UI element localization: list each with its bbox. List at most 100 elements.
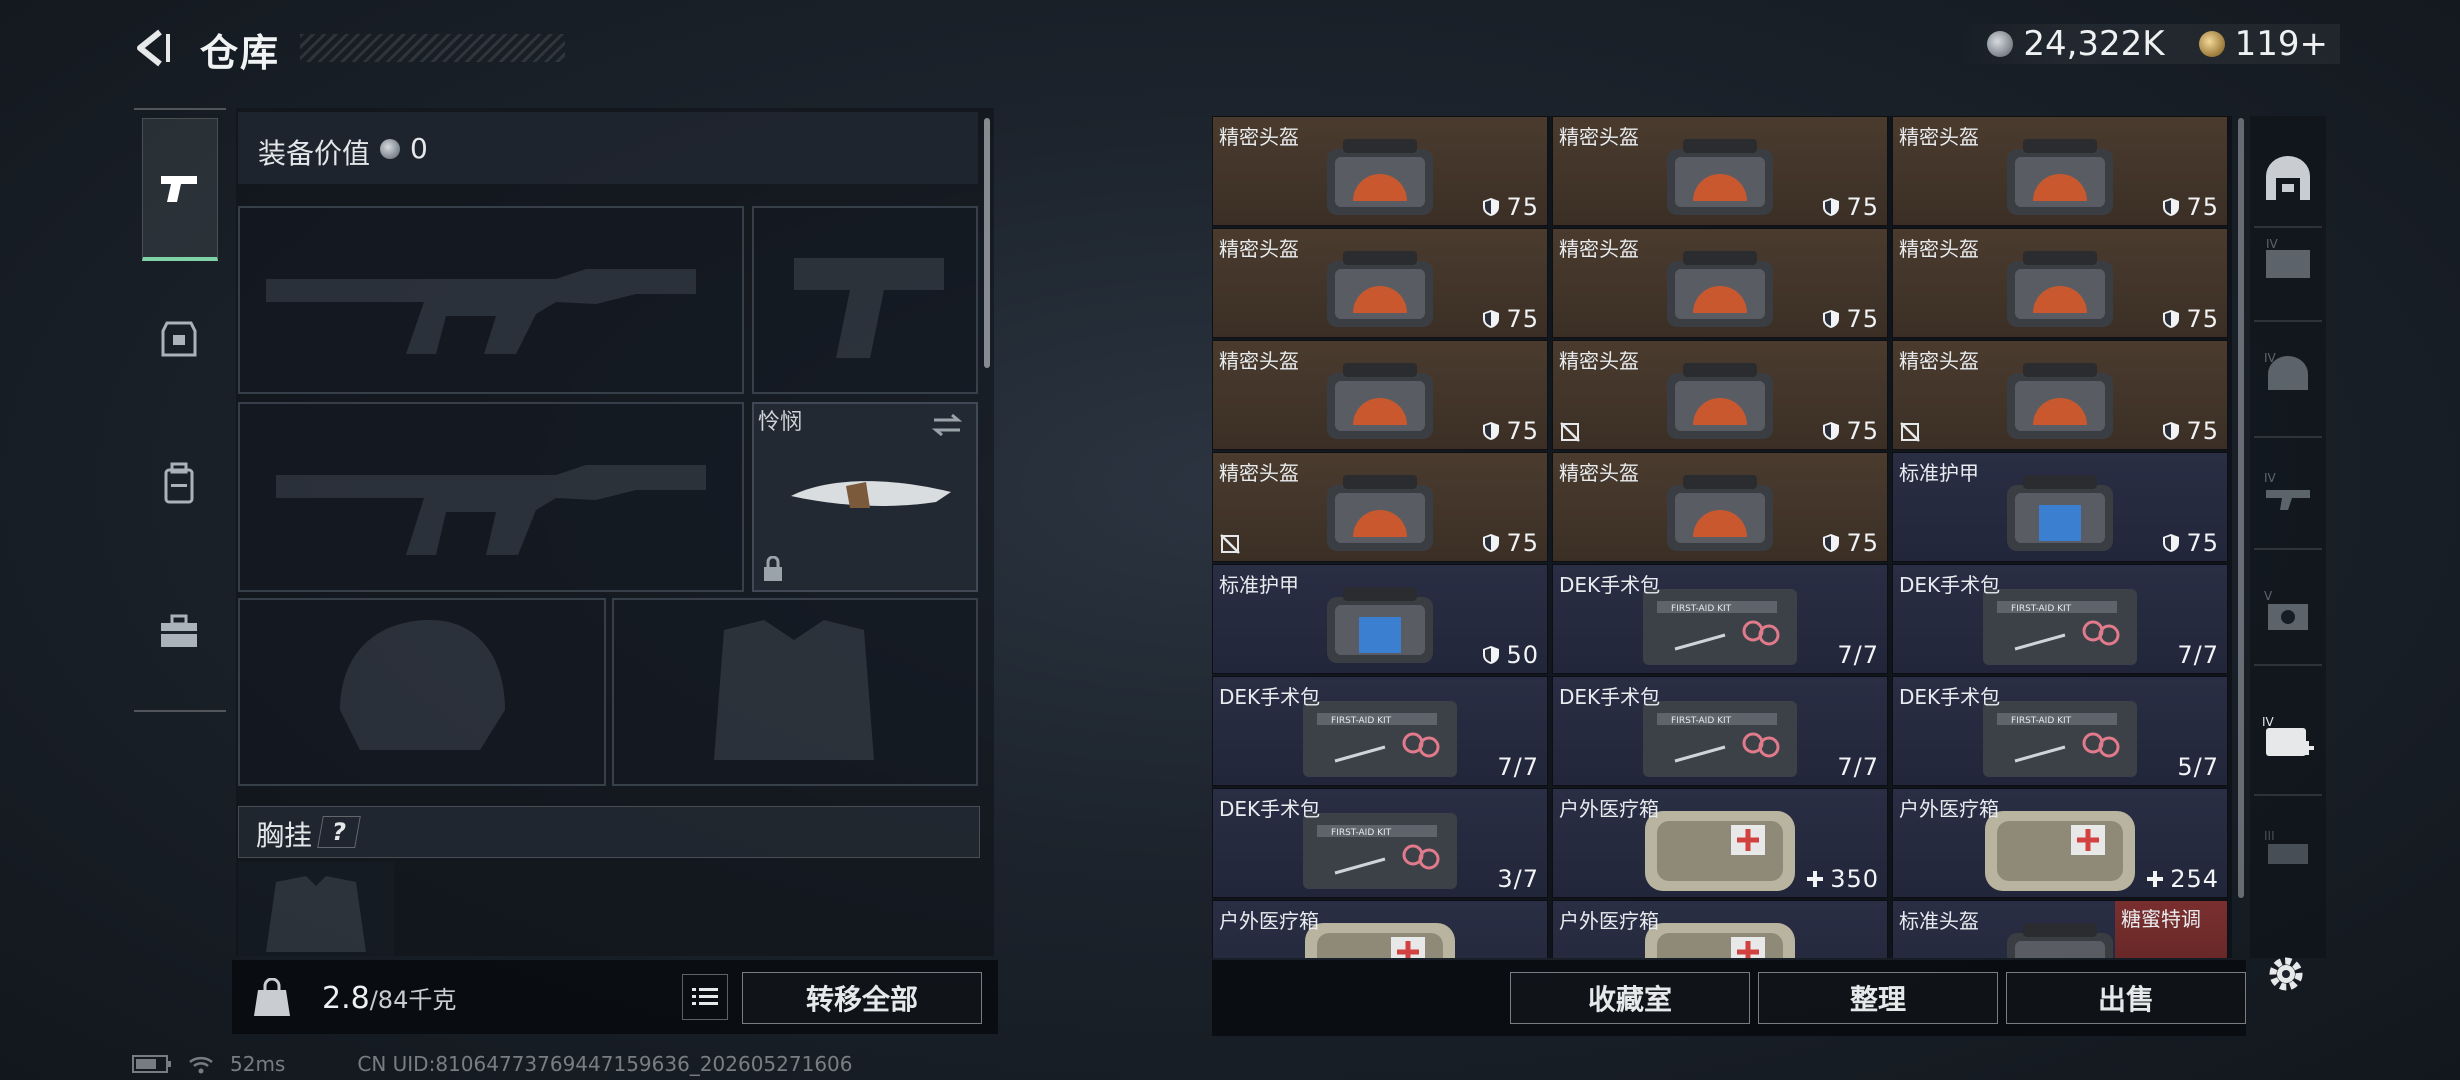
inventory-item[interactable]: 精密头盔 75 (1552, 228, 1888, 338)
inventory-item[interactable]: FIRST-AID KIT DEK手术包 5/7 (1892, 676, 2228, 786)
tab-armor[interactable] (142, 284, 216, 394)
wifi-icon (189, 1056, 213, 1074)
item-value-text: 75 (1506, 417, 1539, 445)
item-name: 精密头盔 (1899, 125, 1979, 149)
inventory-item[interactable]: 户外医疗箱 (1212, 900, 1548, 958)
inventory-item[interactable]: FIRST-AID KIT DEK手术包 3/7 (1212, 788, 1548, 898)
armor-item-icon (1315, 579, 1445, 675)
item-value-text: 75 (2186, 529, 2219, 557)
rifle-silhouette-icon (276, 465, 706, 555)
helmet-item-icon (1315, 355, 1445, 451)
inventory-item[interactable]: 精密头盔 75 (1892, 116, 2228, 226)
sell-button[interactable]: 出售 (2006, 972, 2246, 1024)
inventory-scrollbar[interactable] (2238, 118, 2244, 898)
inventory-item[interactable]: 精密头盔 75 (1212, 228, 1548, 338)
firstaid-item-icon (1635, 803, 1805, 899)
durability-shield-icon (2162, 193, 2186, 221)
help-icon[interactable]: ? (317, 816, 361, 848)
vault-button[interactable]: 收藏室 (1510, 972, 1750, 1024)
gold-amount[interactable]: 119+ (2235, 24, 2328, 64)
inventory-item[interactable]: 精密头盔 75 (1212, 340, 1548, 450)
helmet-item-icon (1655, 131, 1785, 227)
heal-plus-icon (1806, 865, 1830, 893)
tab-toolbox[interactable] (142, 576, 216, 686)
item-name: 户外医疗箱 (1559, 797, 1659, 821)
helmet-item-icon (1655, 243, 1785, 339)
back-arrow-icon[interactable] (130, 26, 174, 70)
item-name: 精密头盔 (1899, 349, 1979, 373)
item-name: DEK手术包 (1219, 797, 1321, 821)
helmet-item-icon (1995, 243, 2125, 339)
inventory-item[interactable]: 精密头盔 75 (1552, 340, 1888, 450)
medkit-item-icon: FIRST-AID KIT (1975, 691, 2145, 787)
storage-tab-medical[interactable]: IV (2256, 706, 2320, 770)
inventory-item[interactable]: 精密头盔 75 (1892, 228, 2228, 338)
status-bar: 52ms CN UID:81064773769447159636_2026052… (132, 1052, 853, 1076)
weight-max: /84千克 (369, 986, 457, 1014)
durability-shield-icon (2162, 305, 2186, 333)
helmet-item-icon (1995, 355, 2125, 451)
item-value: 75 (1822, 193, 1879, 221)
inventory-item[interactable]: 精密头盔 75 (1892, 340, 2228, 450)
storage-tab-ammo[interactable]: IV (2256, 226, 2320, 290)
inventory-item[interactable]: 精密头盔 75 (1212, 452, 1548, 562)
battery-icon (132, 1055, 171, 1073)
tab-divider (134, 108, 226, 110)
toolbox-icon (161, 614, 197, 647)
user-uid: CN UID:81064773769447159636_202605271606 (357, 1052, 853, 1076)
title-decoration (300, 34, 565, 62)
primary-weapon-slot[interactable] (238, 206, 744, 394)
inventory-item[interactable]: FIRST-AID KIT DEK手术包 7/7 (1552, 564, 1888, 674)
storage-tab-gear[interactable]: V (2256, 578, 2320, 642)
item-value: 75 (2162, 529, 2219, 557)
inventory-item[interactable]: 标准护甲 50 (1212, 564, 1548, 674)
medkit-item-icon: FIRST-AID KIT (1635, 691, 1805, 787)
inventory-item[interactable]: 标准护甲 75 (1892, 452, 2228, 562)
gear-storage-icon: V (2264, 589, 2308, 630)
inventory-item[interactable]: 精密头盔 75 (1552, 452, 1888, 562)
secondary-weapon-slot[interactable] (752, 206, 978, 394)
sort-button[interactable]: 整理 (1758, 972, 1998, 1024)
durability-shield-icon (1822, 305, 1846, 333)
item-value-text: 75 (1846, 193, 1879, 221)
svg-text:FIRST-AID KIT: FIRST-AID KIT (1671, 716, 1732, 726)
chest-rig-slot[interactable] (238, 862, 394, 958)
gold-coin-icon (2198, 31, 2225, 57)
tab-weapon[interactable] (142, 118, 218, 261)
tab-backpack[interactable] (142, 428, 216, 538)
helmet-item-icon (1315, 131, 1445, 227)
helmet-slot[interactable] (238, 598, 606, 786)
primary-weapon-slot-2[interactable] (238, 402, 744, 592)
inventory-item[interactable]: FIRST-AID KIT DEK手术包 7/7 (1212, 676, 1548, 786)
item-name: 精密头盔 (1559, 349, 1639, 373)
sidebar-divider (2254, 664, 2322, 666)
equipment-scrollbar[interactable] (984, 118, 990, 368)
transfer-all-button[interactable]: 转移全部 (742, 972, 982, 1024)
list-view-button[interactable] (682, 974, 728, 1020)
armor-silhouette-icon (714, 620, 874, 760)
inventory-item[interactable]: 标准头盔 糖蜜特调 (1892, 900, 2228, 958)
settings-gear-icon[interactable] (2262, 950, 2310, 998)
storage-tab-misc[interactable]: III (2256, 818, 2320, 882)
inventory-item[interactable]: FIRST-AID KIT DEK手术包 7/7 (1892, 564, 2228, 674)
inventory-item[interactable]: 户外医疗箱 (1552, 900, 1888, 958)
armor-slot[interactable] (612, 598, 978, 786)
storage-tab-all[interactable] (2256, 146, 2320, 210)
durability-shield-icon (1482, 193, 1506, 221)
item-value-text: 350 (1830, 865, 1879, 893)
storage-tab-weapon[interactable]: IV (2256, 460, 2320, 524)
inventory-item[interactable]: FIRST-AID KIT DEK手术包 7/7 (1552, 676, 1888, 786)
storage-tab-helmet[interactable]: IV (2256, 340, 2320, 404)
inventory-item[interactable]: 户外医疗箱 254 (1892, 788, 2228, 898)
durability-shield-icon (1482, 529, 1506, 557)
inventory-item[interactable]: 精密头盔 75 (1212, 116, 1548, 226)
svg-text:FIRST-AID KIT: FIRST-AID KIT (1671, 604, 1732, 614)
item-name: 精密头盔 (1899, 237, 1979, 261)
inventory-item[interactable]: 户外医疗箱 350 (1552, 788, 1888, 898)
weight-readout: 2.8/84千克 (322, 980, 456, 1016)
swap-icon[interactable] (932, 412, 962, 438)
inventory-item[interactable]: 精密头盔 75 (1552, 116, 1888, 226)
item-name: DEK手术包 (1899, 573, 2001, 597)
chest-rig-silhouette-icon (266, 876, 366, 952)
medical-storage-icon: IV (2262, 715, 2314, 756)
